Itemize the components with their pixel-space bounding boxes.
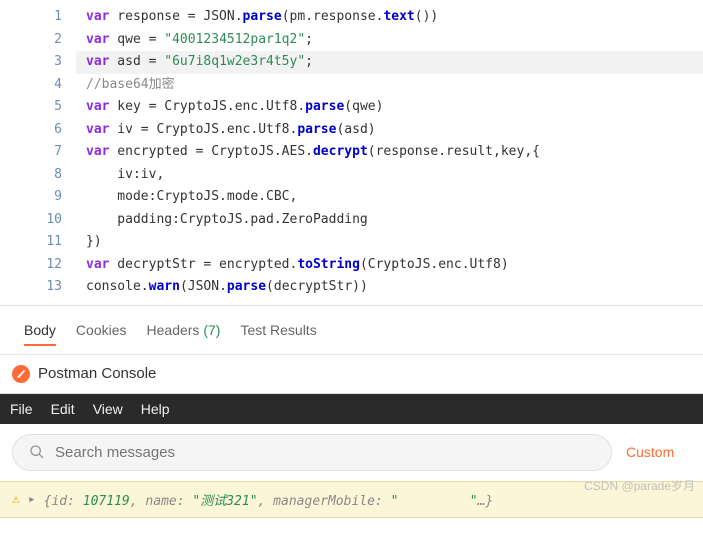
custom-button[interactable]: Custom	[626, 444, 674, 460]
code-line[interactable]: var qwe = "4001234512par1q2";	[76, 29, 703, 52]
line-gutter: 12345678910111213	[0, 0, 76, 305]
line-number: 2	[0, 29, 62, 52]
code-line[interactable]: var response = JSON.parse(pm.response.te…	[76, 6, 703, 29]
code-line[interactable]: })	[76, 231, 703, 254]
code-line[interactable]: var asd = "6u7i8q1w2e3r4t5y";	[76, 51, 703, 74]
code-line[interactable]: var encrypted = CryptoJS.AES.decrypt(res…	[76, 141, 703, 164]
code-line[interactable]: var key = CryptoJS.enc.Utf8.parse(qwe)	[76, 96, 703, 119]
search-input[interactable]	[55, 444, 595, 461]
tab-headers[interactable]: Headers (7)	[147, 316, 221, 344]
code-line[interactable]: padding:CryptoJS.pad.ZeroPadding	[76, 209, 703, 232]
line-number: 9	[0, 186, 62, 209]
line-number: 4	[0, 74, 62, 97]
console-title: Postman Console	[38, 365, 156, 382]
line-number: 11	[0, 231, 62, 254]
menu-edit[interactable]: Edit	[51, 401, 75, 417]
line-number: 10	[0, 209, 62, 232]
menu-help[interactable]: Help	[141, 401, 170, 417]
log-text: {id: 107119, name: "测试321", managerMobil…	[44, 490, 494, 509]
line-number: 8	[0, 164, 62, 187]
code-line[interactable]: var iv = CryptoJS.enc.Utf8.parse(asd)	[76, 119, 703, 142]
console-title-bar: Postman Console	[0, 355, 703, 394]
line-number: 3	[0, 51, 62, 74]
console-toolbar: Custom	[0, 424, 703, 481]
code-line[interactable]: mode:CryptoJS.mode.CBC,	[76, 186, 703, 209]
console-menubar: File Edit View Help	[0, 394, 703, 424]
line-number: 5	[0, 96, 62, 119]
code-editor[interactable]: 12345678910111213 var response = JSON.pa…	[0, 0, 703, 306]
line-number: 1	[0, 6, 62, 29]
line-number: 12	[0, 254, 62, 277]
menu-file[interactable]: File	[10, 401, 33, 417]
search-icon	[29, 444, 45, 460]
menu-view[interactable]: View	[93, 401, 123, 417]
tab-body[interactable]: Body	[24, 316, 56, 346]
warning-icon: ⚠	[12, 492, 20, 507]
code-line[interactable]: iv:iv,	[76, 164, 703, 187]
tab-test-results[interactable]: Test Results	[240, 316, 316, 344]
search-box[interactable]	[12, 434, 612, 471]
expand-icon[interactable]: ▸	[28, 492, 36, 507]
line-number: 6	[0, 119, 62, 142]
headers-count: (7)	[203, 322, 220, 338]
code-area[interactable]: var response = JSON.parse(pm.response.te…	[76, 0, 703, 305]
code-line[interactable]: var decryptStr = encrypted.toString(Cryp…	[76, 254, 703, 277]
watermark: CSDN @parade岁月	[584, 477, 695, 494]
tab-cookies[interactable]: Cookies	[76, 316, 127, 344]
redacted-value: xxxx	[398, 494, 469, 509]
code-line[interactable]: console.warn(JSON.parse(decryptStr))	[76, 276, 703, 299]
line-number: 13	[0, 276, 62, 299]
postman-icon	[12, 365, 30, 383]
line-number: 7	[0, 141, 62, 164]
code-line[interactable]: //base64加密	[76, 74, 703, 97]
response-tabs: Body Cookies Headers (7) Test Results	[0, 306, 703, 355]
